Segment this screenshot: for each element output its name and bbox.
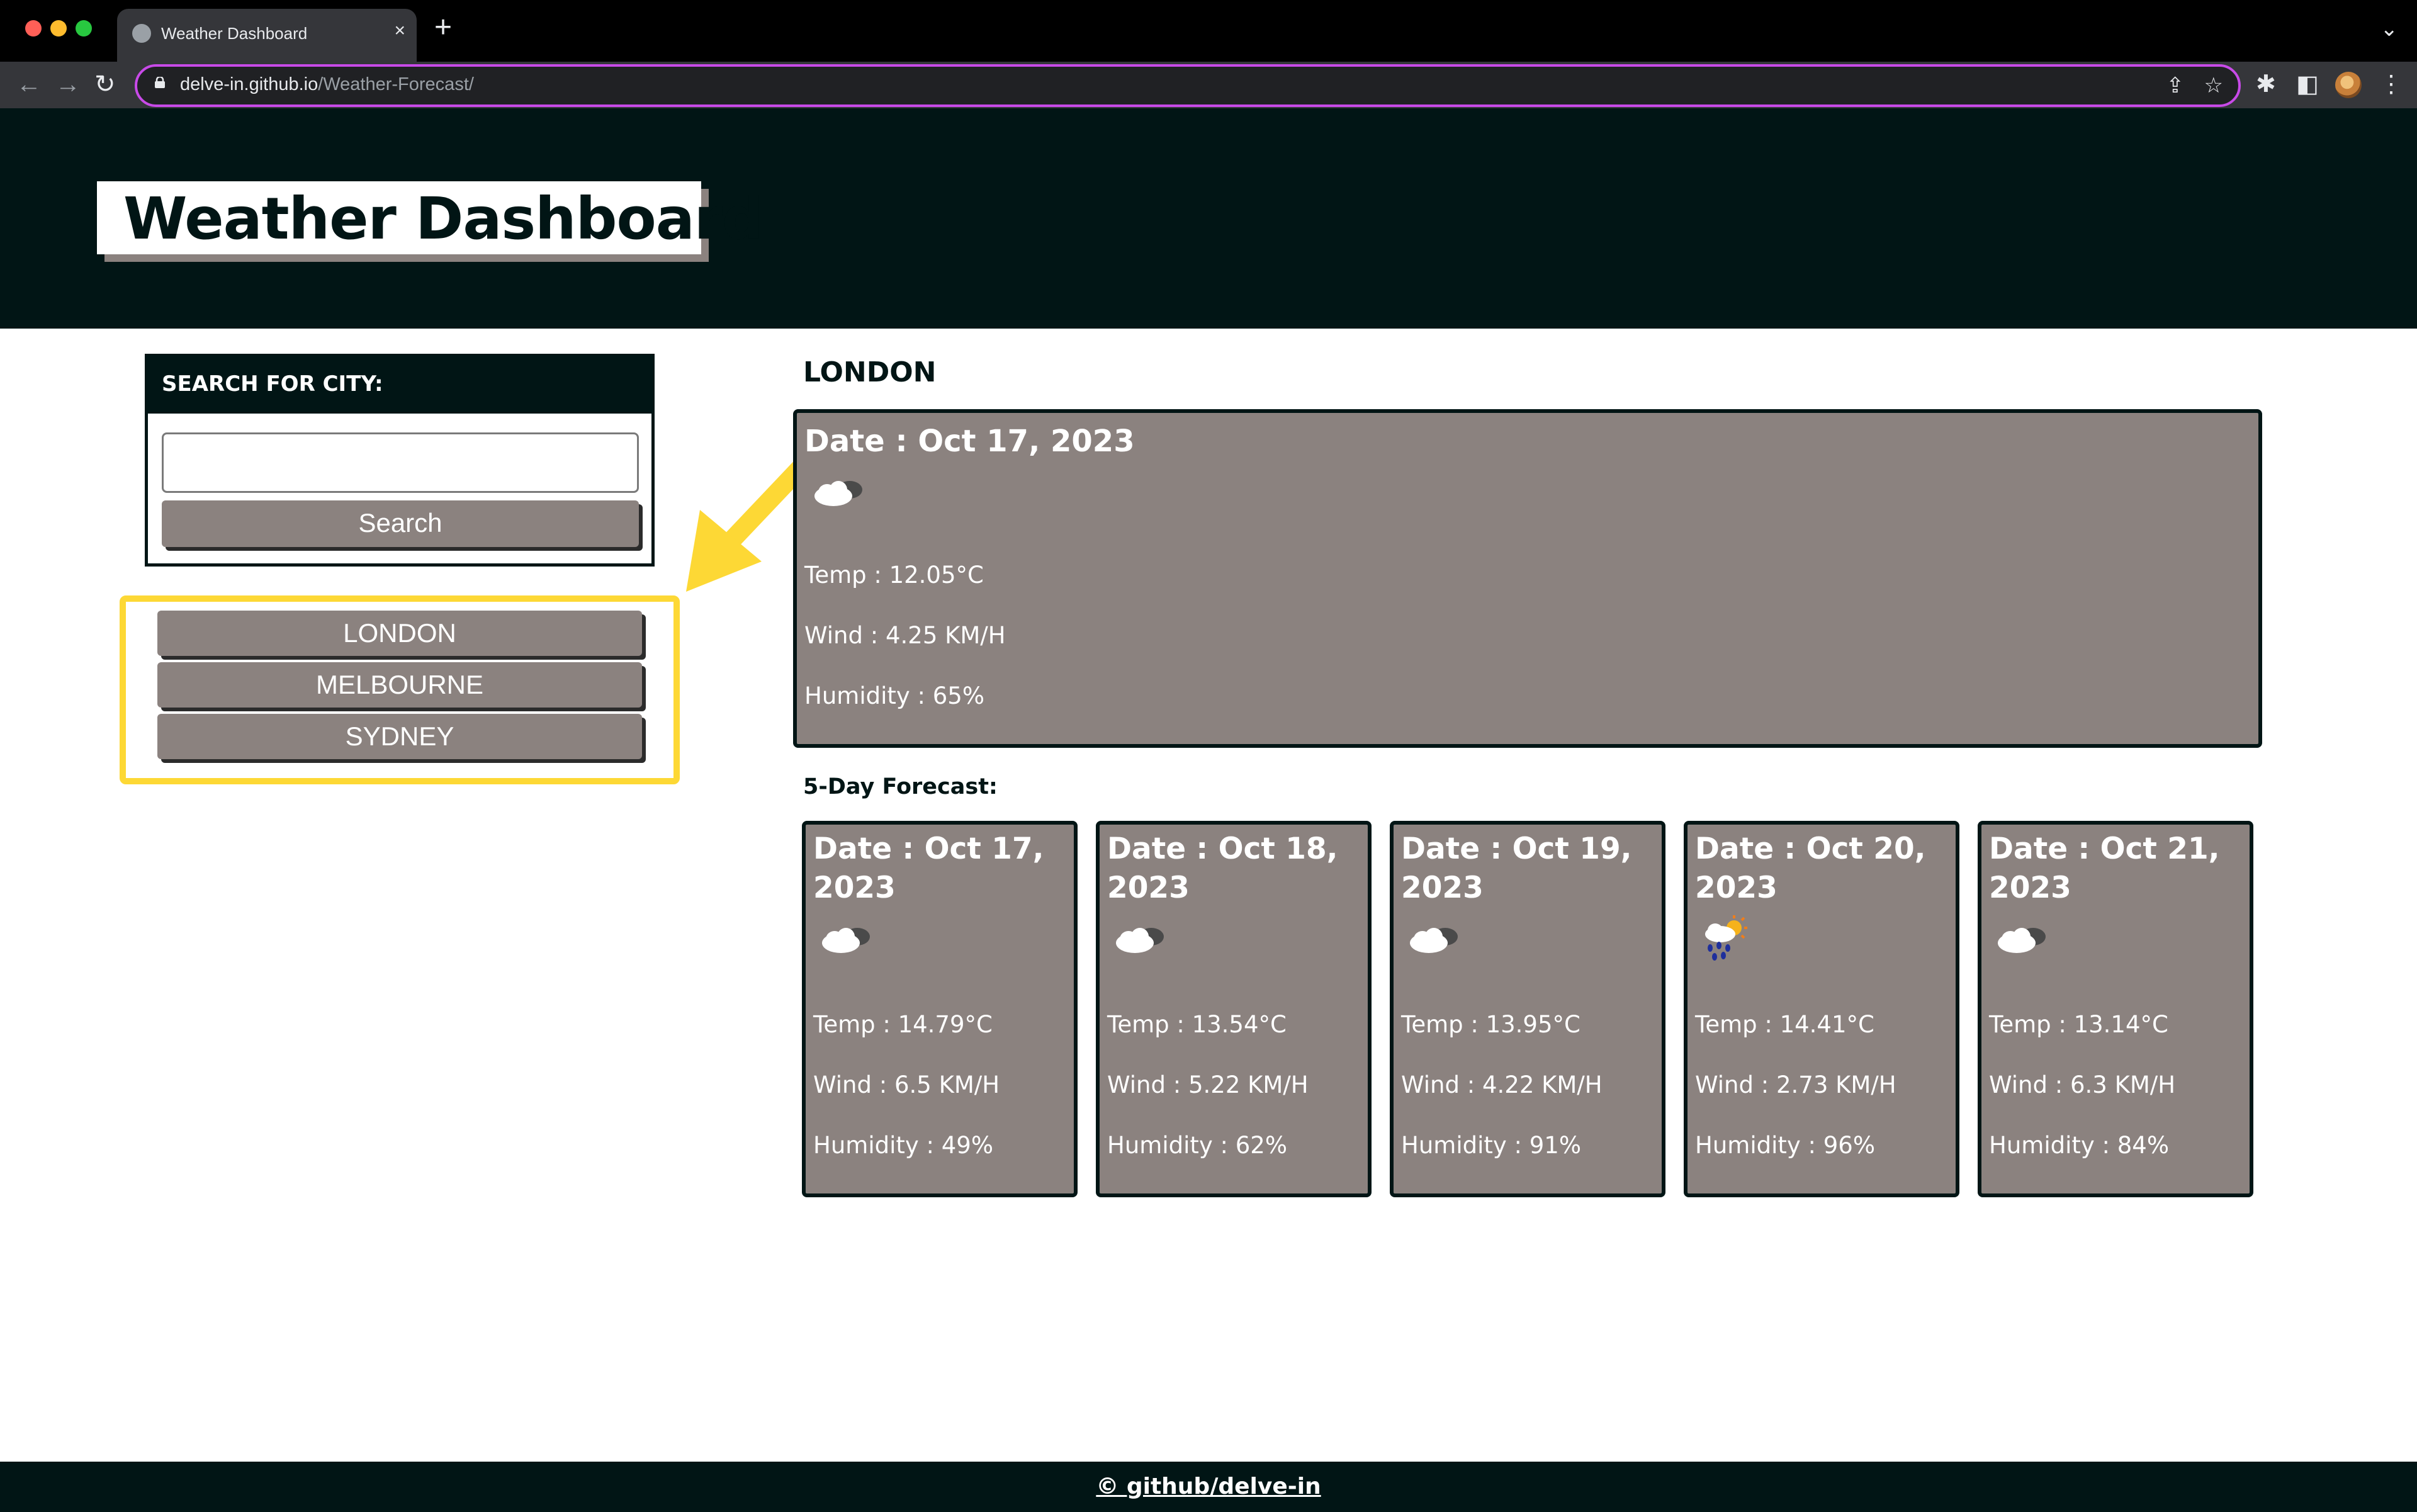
forecast-date-line: Date : Oct 19,: [1401, 832, 1632, 866]
bookmark-star-icon[interactable]: ☆: [2204, 73, 2223, 98]
city-search-input[interactable]: [162, 432, 639, 493]
forecast-humidity: Humidity : 62%: [1107, 1132, 1287, 1159]
rain-sun-icon: [1705, 915, 1747, 961]
forecast-temp: Temp : 14.79°C: [813, 1011, 993, 1038]
cloudy-icon: [1410, 928, 1458, 953]
forecast-temp: Temp : 13.54°C: [1107, 1011, 1287, 1038]
forecast-date-year: 2023: [813, 871, 896, 905]
browser-tab-strip: Weather Dashboard × + ⌄: [0, 0, 2417, 62]
cloudy-icon: [822, 928, 870, 953]
forecast-date: Date : Oct 21, 2023: [1989, 830, 2220, 908]
page-title: Weather Dashboard: [123, 185, 763, 252]
forecast-card: Date : Oct 17, 2023 Temp : 14.79°C Wind :…: [802, 821, 1078, 1197]
forecast-humidity: Humidity : 84%: [1989, 1132, 2169, 1159]
profile-avatar[interactable]: [2335, 72, 2362, 98]
forecast-date-line: Date : Oct 18,: [1107, 832, 1338, 866]
url-text: delve-in.github.io/Weather-Forecast/: [180, 74, 474, 95]
site-header: Weather Dashboard: [0, 108, 2417, 329]
forecast-temp: Temp : 14.41°C: [1695, 1011, 1874, 1038]
search-button[interactable]: Search: [162, 500, 639, 547]
forecast-date: Date : Oct 20, 2023: [1695, 830, 1926, 908]
forecast-date-year: 2023: [1401, 871, 1484, 905]
search-panel: SEARCH FOR CITY: Search: [145, 354, 655, 567]
window-minimize-button[interactable]: [50, 20, 67, 37]
new-tab-icon[interactable]: +: [434, 13, 452, 43]
current-wind: Wind : 4.25 KM/H: [804, 622, 1006, 649]
forecast-temp: Temp : 13.95°C: [1401, 1011, 1580, 1038]
forecast-date-year: 2023: [1695, 871, 1778, 905]
reload-icon[interactable]: ↻: [94, 71, 116, 98]
forecast-date: Date : Oct 18, 2023: [1107, 830, 1338, 908]
forecast-wind: Wind : 5.22 KM/H: [1107, 1071, 1309, 1098]
browser-toolbar: ← → ↻ delve-in.github.io/Weather-Forecas…: [0, 62, 2417, 108]
site-footer: © github/delve-in: [0, 1462, 2417, 1512]
current-weather-card: Date : Oct 17, 2023 Temp : 12.05°C Wind …: [793, 409, 2262, 748]
history-city-button[interactable]: MELBOURNE: [157, 662, 642, 708]
forecast-date: Date : Oct 17, 2023: [813, 830, 1044, 908]
cloudy-icon: [1116, 928, 1164, 953]
forecast-wind: Wind : 6.5 KM/H: [813, 1071, 1000, 1098]
forecast-humidity: Humidity : 96%: [1695, 1132, 1875, 1159]
current-date: Date : Oct 17, 2023: [804, 424, 1135, 459]
forecast-wind: Wind : 4.22 KM/H: [1401, 1071, 1603, 1098]
share-icon[interactable]: ⇪: [2166, 73, 2185, 98]
forecast-date-line: Date : Oct 17,: [813, 832, 1044, 866]
forecast-humidity: Humidity : 91%: [1401, 1132, 1581, 1159]
browser-menu-icon[interactable]: ⋮: [2379, 71, 2403, 98]
forecast-date-year: 2023: [1989, 871, 2071, 905]
browser-tab[interactable]: Weather Dashboard ×: [117, 9, 417, 62]
forecast-date-year: 2023: [1107, 871, 1190, 905]
search-heading: SEARCH FOR CITY:: [148, 357, 651, 414]
back-arrow-icon[interactable]: ←: [16, 71, 42, 98]
forecast-humidity: Humidity : 49%: [813, 1132, 993, 1159]
tab-title: Weather Dashboard: [161, 24, 308, 43]
history-city-button[interactable]: LONDON: [157, 611, 642, 656]
tab-close-icon[interactable]: ×: [394, 20, 405, 42]
cloudy-icon: [814, 481, 862, 506]
forecast-date-line: Date : Oct 21,: [1989, 832, 2220, 866]
forecast-date: Date : Oct 19, 2023: [1401, 830, 1632, 908]
forecast-date-line: Date : Oct 20,: [1695, 832, 1926, 866]
forecast-temp: Temp : 13.14°C: [1989, 1011, 2168, 1038]
cloudy-icon: [1998, 928, 2046, 953]
globe-icon: [132, 24, 151, 43]
window-zoom-button[interactable]: [76, 20, 92, 37]
forecast-card: Date : Oct 19, 2023 Temp : 13.95°C Wind :…: [1390, 821, 1665, 1197]
address-bar[interactable]: delve-in.github.io/Weather-Forecast/ ⇪ ☆: [135, 64, 2241, 107]
url-host: delve-in.github.io: [180, 74, 318, 94]
current-city-name: LONDON: [803, 356, 937, 388]
forecast-wind: Wind : 6.3 KM/H: [1989, 1071, 2176, 1098]
forward-arrow-icon[interactable]: →: [55, 71, 81, 98]
current-temp: Temp : 12.05°C: [804, 561, 984, 589]
forecast-card: Date : Oct 20, 2023 Temp : 14.41°C Wind :…: [1684, 821, 1959, 1197]
current-humidity: Humidity : 65%: [804, 682, 984, 709]
title-box: Weather Dashboard: [97, 181, 763, 254]
forecast-card: Date : Oct 21, 2023 Temp : 13.14°C Wind :…: [1978, 821, 2253, 1197]
forecast-wind: Wind : 2.73 KM/H: [1695, 1071, 1896, 1098]
lock-icon: [155, 77, 165, 88]
side-panel-icon[interactable]: ◧: [2296, 71, 2319, 98]
window-close-button[interactable]: [25, 20, 42, 37]
footer-github-link[interactable]: © github/delve-in: [1096, 1474, 1321, 1499]
extensions-icon[interactable]: ✱: [2256, 71, 2276, 98]
forecast-heading: 5-Day Forecast:: [803, 774, 998, 799]
url-path: /Weather-Forecast/: [318, 74, 474, 94]
tab-search-icon[interactable]: ⌄: [2380, 16, 2399, 42]
history-city-button[interactable]: SYDNEY: [157, 714, 642, 759]
forecast-card: Date : Oct 18, 2023 Temp : 13.54°C Wind :…: [1096, 821, 1372, 1197]
